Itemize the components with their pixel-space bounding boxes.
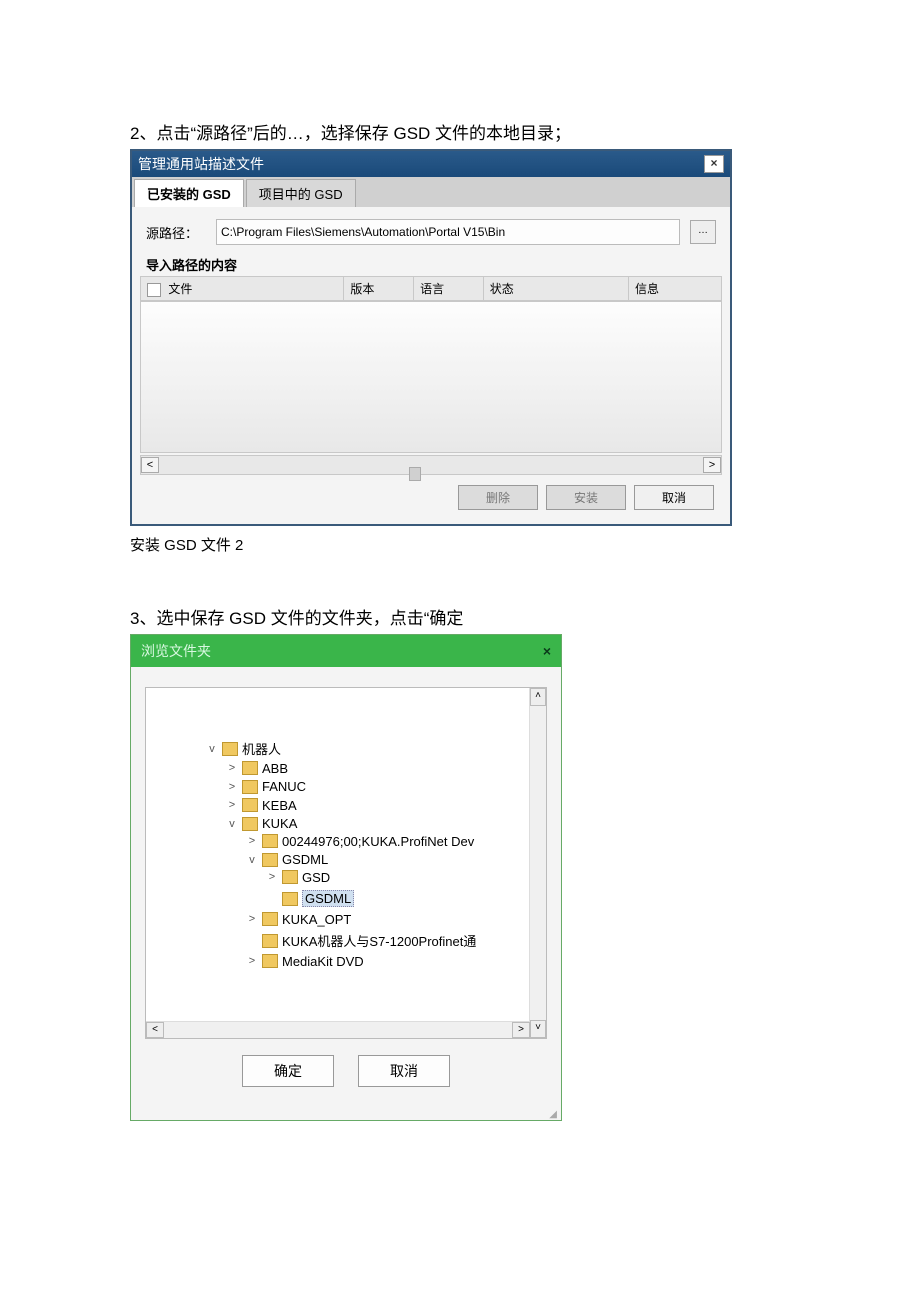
tree-label: KEBA [262,798,297,813]
folder-icon [242,817,258,831]
tree-node-kuka-opt[interactable]: > KUKA_OPT [246,912,351,927]
figure-caption-2: 安装 GSD 文件 2 [130,534,790,555]
source-path-input[interactable] [216,219,680,245]
folder-icon [242,798,258,812]
folder-icon [262,954,278,968]
chevron-right-icon[interactable]: > [226,762,238,774]
cancel-button[interactable]: 取消 [358,1055,450,1087]
folder-icon [242,780,258,794]
browse-close-button[interactable]: × [543,643,551,659]
manage-gsd-dialog: 管理通用站描述文件 × 已安装的 GSD 项目中的 GSD 源路径： … 导入路… [130,149,732,526]
chevron-down-icon[interactable]: v [206,743,218,755]
dialog-titlebar: 管理通用站描述文件 × [132,151,730,177]
folder-icon [222,742,238,756]
col-language: 语言 [414,277,484,301]
tree-node-kuka[interactable]: v KUKA [226,816,297,831]
col-version: 版本 [344,277,414,301]
resize-grip-icon[interactable]: ◢ [131,1109,561,1120]
scroll-left-icon[interactable]: < [146,1022,164,1038]
tree-label: KUKA_OPT [282,912,351,927]
folder-icon [262,853,278,867]
tree-label: KUKA [262,816,297,831]
scroll-left-icon[interactable]: < [141,457,159,473]
chevron-right-icon[interactable]: > [266,871,278,883]
tree-label-selected: GSDML [302,890,354,907]
tree-h-scrollbar[interactable]: < > [146,1021,530,1038]
chevron-right-icon[interactable]: > [246,955,258,967]
delete-button[interactable]: 删除 [458,485,538,510]
chevron-right-icon[interactable]: > [226,781,238,793]
tree-label: ABB [262,761,288,776]
col-file: 文件 [168,282,192,296]
folder-icon [262,934,278,948]
browse-folder-dialog: 浏览文件夹 × ˄ ˅ v 机器人 [130,634,562,1121]
ok-button[interactable]: 确定 [242,1055,334,1087]
chevron-right-icon[interactable]: > [226,799,238,811]
tree-label: GSDML [282,852,328,867]
tree-node-kuka-profinet[interactable]: >00244976;00;KUKA.ProfiNet Dev [246,834,474,849]
dialog-title: 管理通用站描述文件 [138,154,264,174]
cancel-button[interactable]: 取消 [634,485,714,510]
chevron-right-icon[interactable]: > [246,913,258,925]
folder-icon [262,912,278,926]
import-section-label: 导入路径的内容 [140,249,722,276]
horizontal-scrollbar[interactable]: < > [140,455,722,475]
tree-label: KUKA机器人与S7-1200Profinet通 [282,931,476,950]
tree-node-gsdml[interactable]: v GSDML [246,852,328,867]
folder-tree[interactable]: ˄ ˅ v 机器人 > ABB [145,687,547,1039]
tree-label: GSD [302,870,330,885]
tree-node-gsdml-selected[interactable]: GSDML [266,890,354,907]
scroll-up-icon[interactable]: ˄ [530,688,546,706]
col-info: 信息 [629,277,722,301]
source-path-label: 源路径： [146,223,206,242]
browse-title: 浏览文件夹 [141,641,211,661]
chevron-down-icon[interactable]: v [246,854,258,866]
tree-label: MediaKit DVD [282,954,364,969]
vertical-scrollbar[interactable]: ˄ ˅ [529,688,546,1038]
folder-icon [242,761,258,775]
tree-node-root[interactable]: v 机器人 [206,739,281,758]
tree-node-fanuc[interactable]: > FANUC [226,779,306,794]
folder-icon [262,834,278,848]
tree-node-kuka-s7[interactable]: KUKA机器人与S7-1200Profinet通 [246,931,476,950]
install-button[interactable]: 安装 [546,485,626,510]
browse-titlebar: 浏览文件夹 × [131,635,561,667]
tree-label: FANUC [262,779,306,794]
tree-label: 机器人 [242,739,281,758]
tab-installed-gsd[interactable]: 已安装的 GSD [134,179,244,207]
gsd-table-body [140,301,722,453]
step-3-instruction: 3、选中保存 GSD 文件的文件夹，点击“确定 [130,605,790,632]
tree-node-keba[interactable]: > KEBA [226,798,297,813]
tab-project-gsd[interactable]: 项目中的 GSD [246,179,356,207]
col-status: 状态 [483,277,628,301]
tree-node-gsd[interactable]: > GSD [266,870,330,885]
tree-label: 00244976;00;KUKA.ProfiNet Dev [282,834,474,849]
folder-icon [282,892,298,906]
gsd-table: 文件 版本 语言 状态 信息 [140,276,722,301]
scroll-handle[interactable] [409,467,421,481]
step-2-instruction: 2、点击“源路径”后的…，选择保存 GSD 文件的本地目录； [130,120,790,147]
select-all-checkbox[interactable] [147,283,161,297]
chevron-down-icon[interactable]: v [226,818,238,830]
chevron-right-icon[interactable]: > [246,835,258,847]
scroll-right-icon[interactable]: > [512,1022,530,1038]
scroll-right-icon[interactable]: > [703,457,721,473]
folder-icon [282,870,298,884]
tree-node-mediakit[interactable]: > MediaKit DVD [246,954,364,969]
browse-button[interactable]: … [690,220,716,244]
tree-node-abb[interactable]: > ABB [226,761,288,776]
close-button[interactable]: × [704,155,724,173]
